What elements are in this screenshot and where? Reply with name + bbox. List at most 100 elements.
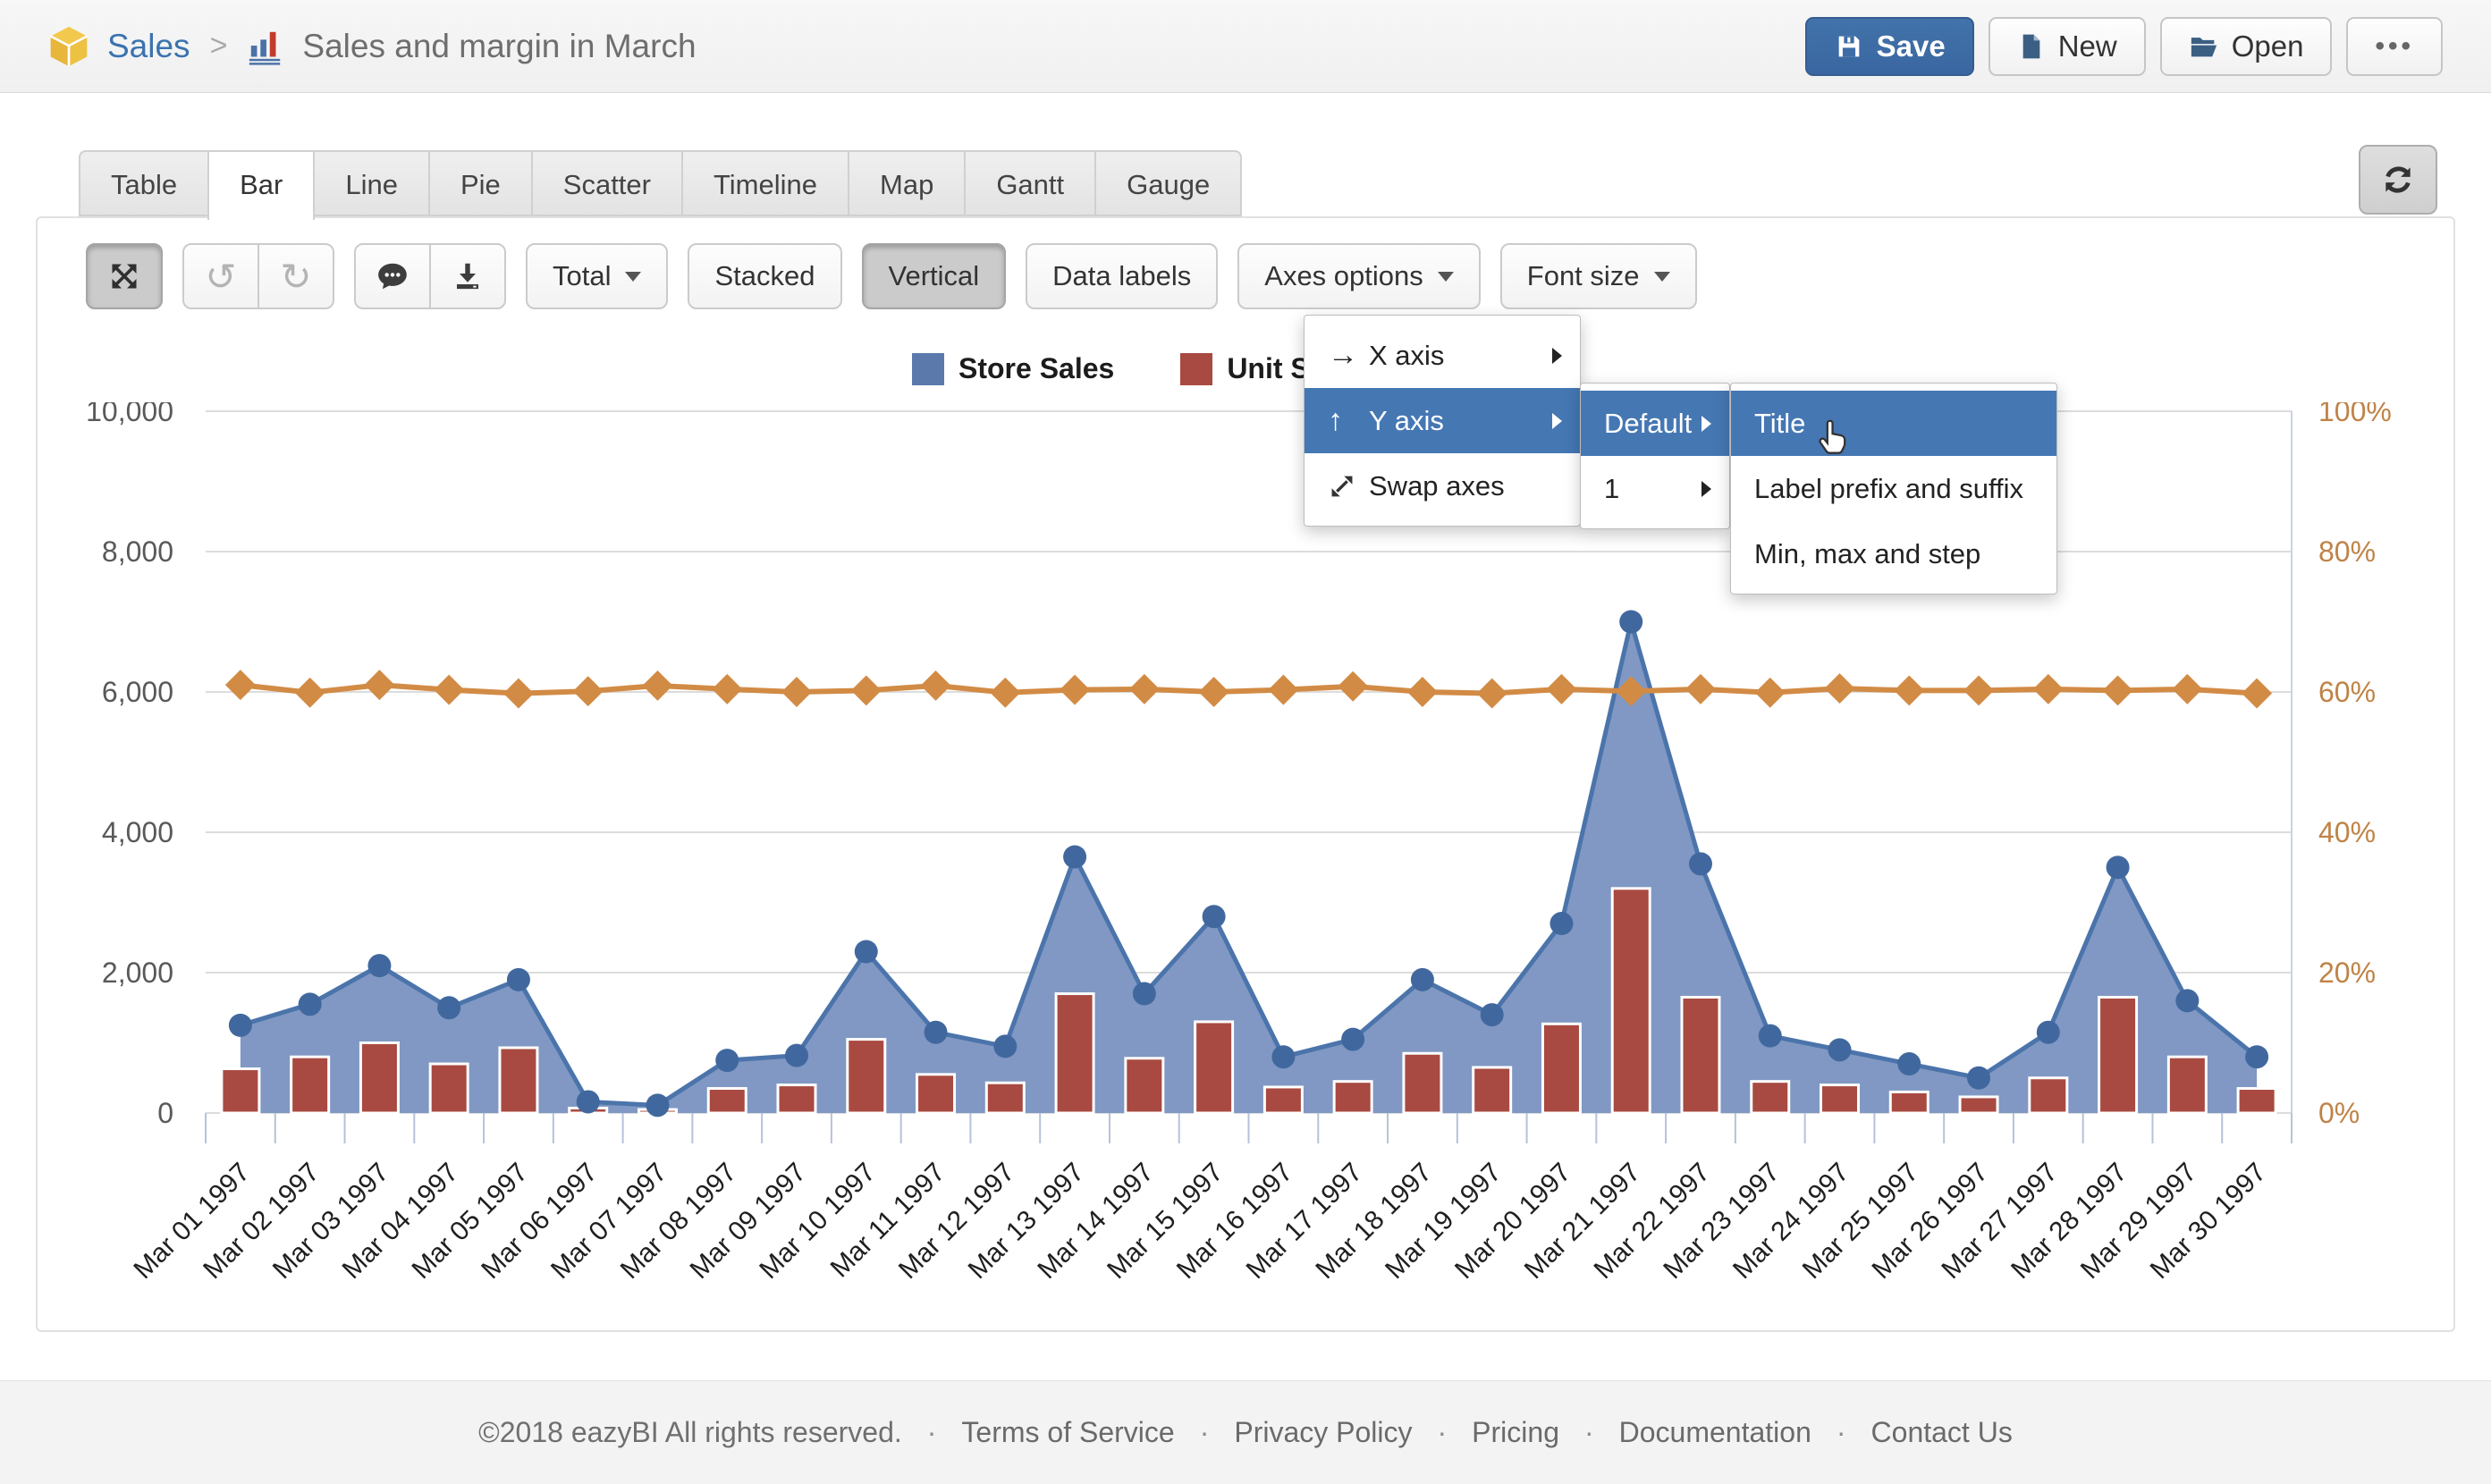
store-sales-area [241,622,2257,1114]
menu-item-default[interactable]: Default [1581,391,1729,456]
chart-canvas[interactable]: 00%2,00020%4,00040%6,00060%8,00080%10,00… [36,402,2455,1332]
y-axis-right-label: 100% [2318,402,2392,427]
comment-bubble-icon [376,259,410,293]
comment-button[interactable] [354,243,431,309]
footer-link-pricing[interactable]: Pricing [1472,1416,1559,1449]
tab-timeline[interactable]: Timeline [681,150,849,216]
legend-label: Store Sales [958,352,1114,385]
unit-sales-bar [430,1064,468,1113]
margin-point [921,670,951,701]
axes-options-dropdown-button[interactable]: Axes options [1237,243,1481,309]
footer-link-contact-us[interactable]: Contact Us [1871,1416,2013,1449]
y-axis-left-label: 6,000 [102,676,173,708]
open-button[interactable]: Open [2160,17,2333,76]
font-size-dropdown-button[interactable]: Font size [1500,243,1697,309]
new-button[interactable]: New [1989,17,2146,76]
store-sales-point [1271,1045,1295,1068]
save-icon [1834,31,1864,62]
store-sales-point [855,940,878,963]
menu-item-label: Title [1754,408,1805,440]
undo-button[interactable]: ↺ [182,243,259,309]
unit-sales-bar [917,1075,955,1113]
more-actions-button[interactable]: ••• [2346,17,2443,76]
total-dropdown-button[interactable]: Total [526,243,668,309]
unit-sales-bar [291,1057,329,1113]
menu-item-1[interactable]: 1 [1581,456,1729,521]
arrow-right-icon: → [1328,338,1369,373]
unit-sales-bar [1056,994,1094,1113]
store-sales-point [1967,1067,1990,1090]
refresh-button[interactable] [2359,145,2437,215]
legend-item-store-sales[interactable]: Store Sales [912,352,1114,385]
unit-sales-bar [2030,1078,2067,1113]
tab-line[interactable]: Line [313,150,430,216]
margin-point [1546,674,1576,704]
tab-map[interactable]: Map [848,150,966,216]
breadcrumb: Sales > Sales and margin in March [48,24,697,69]
breadcrumb-root-link[interactable]: Sales [107,28,190,65]
chevron-down-icon [625,272,641,282]
margin-point [503,679,534,709]
y-axis-left-label: 8,000 [102,535,173,568]
total-button-label: Total [553,260,611,292]
store-sales-point [2175,989,2199,1012]
store-sales-point [507,968,530,991]
download-button[interactable] [429,243,506,309]
tab-table[interactable]: Table [79,150,209,216]
stacked-button[interactable]: Stacked [688,243,841,309]
redo-button[interactable]: ↻ [258,243,334,309]
menu-item-label: 1 [1604,473,1619,505]
footer-separator: · [927,1416,937,1449]
submenu-caret-icon [1701,416,1711,432]
legend-swatch [1180,353,1212,385]
expand-button[interactable] [86,243,163,309]
unit-sales-bar [1960,1097,1997,1113]
menu-item-title[interactable]: Title [1731,391,2056,456]
tab-gantt[interactable]: Gantt [964,150,1096,216]
store-sales-point [993,1034,1017,1058]
store-sales-point [229,1014,252,1037]
menu-item-label: Swap axes [1369,470,1505,502]
menu-item-min-max-and-step[interactable]: Min, max and step [1731,521,2056,586]
tab-bar[interactable]: Bar [207,150,315,220]
margin-point [1477,679,1507,709]
comment-export-group [354,243,506,309]
tab-scatter[interactable]: Scatter [531,150,683,216]
footer-link-privacy-policy[interactable]: Privacy Policy [1234,1416,1412,1449]
tab-gauge[interactable]: Gauge [1094,150,1242,216]
unit-sales-bar [848,1040,885,1113]
default-submenu: Title Label prefix and suffix Min, max and… [1730,383,2057,594]
copyright-text: ©2018 eazyBI All rights reserved. [478,1416,902,1449]
margin-point [1685,674,1716,704]
footer-link-documentation[interactable]: Documentation [1619,1416,1811,1449]
menu-item-swap-axes[interactable]: Swap axes [1305,453,1580,519]
menu-item-label: Label prefix and suffix [1754,473,2023,505]
margin-point [1268,675,1298,705]
margin-point [1199,677,1229,707]
footer-link-terms-of-service[interactable]: Terms of Service [961,1416,1174,1449]
margin-point [2172,674,2202,704]
store-sales-point [2107,856,2130,879]
app-window: Sales > Sales and margin in March [0,0,2491,1484]
unit-sales-bar [1612,889,1650,1113]
margin-point [1129,674,1160,704]
store-sales-point [1133,982,1156,1006]
vertical-button[interactable]: Vertical [862,243,1007,309]
redo-icon: ↻ [280,255,311,299]
menu-item-y-axis[interactable]: ↑Y axis [1305,388,1580,453]
y-axis-left-label: 0 [157,1097,173,1129]
app-header: Sales > Sales and margin in March [0,0,2491,93]
store-sales-point [1689,852,1712,875]
unit-sales-bar [778,1085,815,1113]
margin-point [434,675,464,705]
footer-separator: · [1584,1416,1594,1449]
report-icon [247,28,284,65]
save-button[interactable]: Save [1805,17,1974,76]
menu-item-label-prefix-and-suffix[interactable]: Label prefix and suffix [1731,456,2056,521]
data-labels-button[interactable]: Data labels [1026,243,1218,309]
menu-item-x-axis[interactable]: →X axis [1305,323,1580,388]
new-button-label: New [2058,30,2117,63]
margin-point [851,675,882,705]
tab-pie[interactable]: Pie [428,150,533,216]
store-sales-point [1411,968,1434,991]
